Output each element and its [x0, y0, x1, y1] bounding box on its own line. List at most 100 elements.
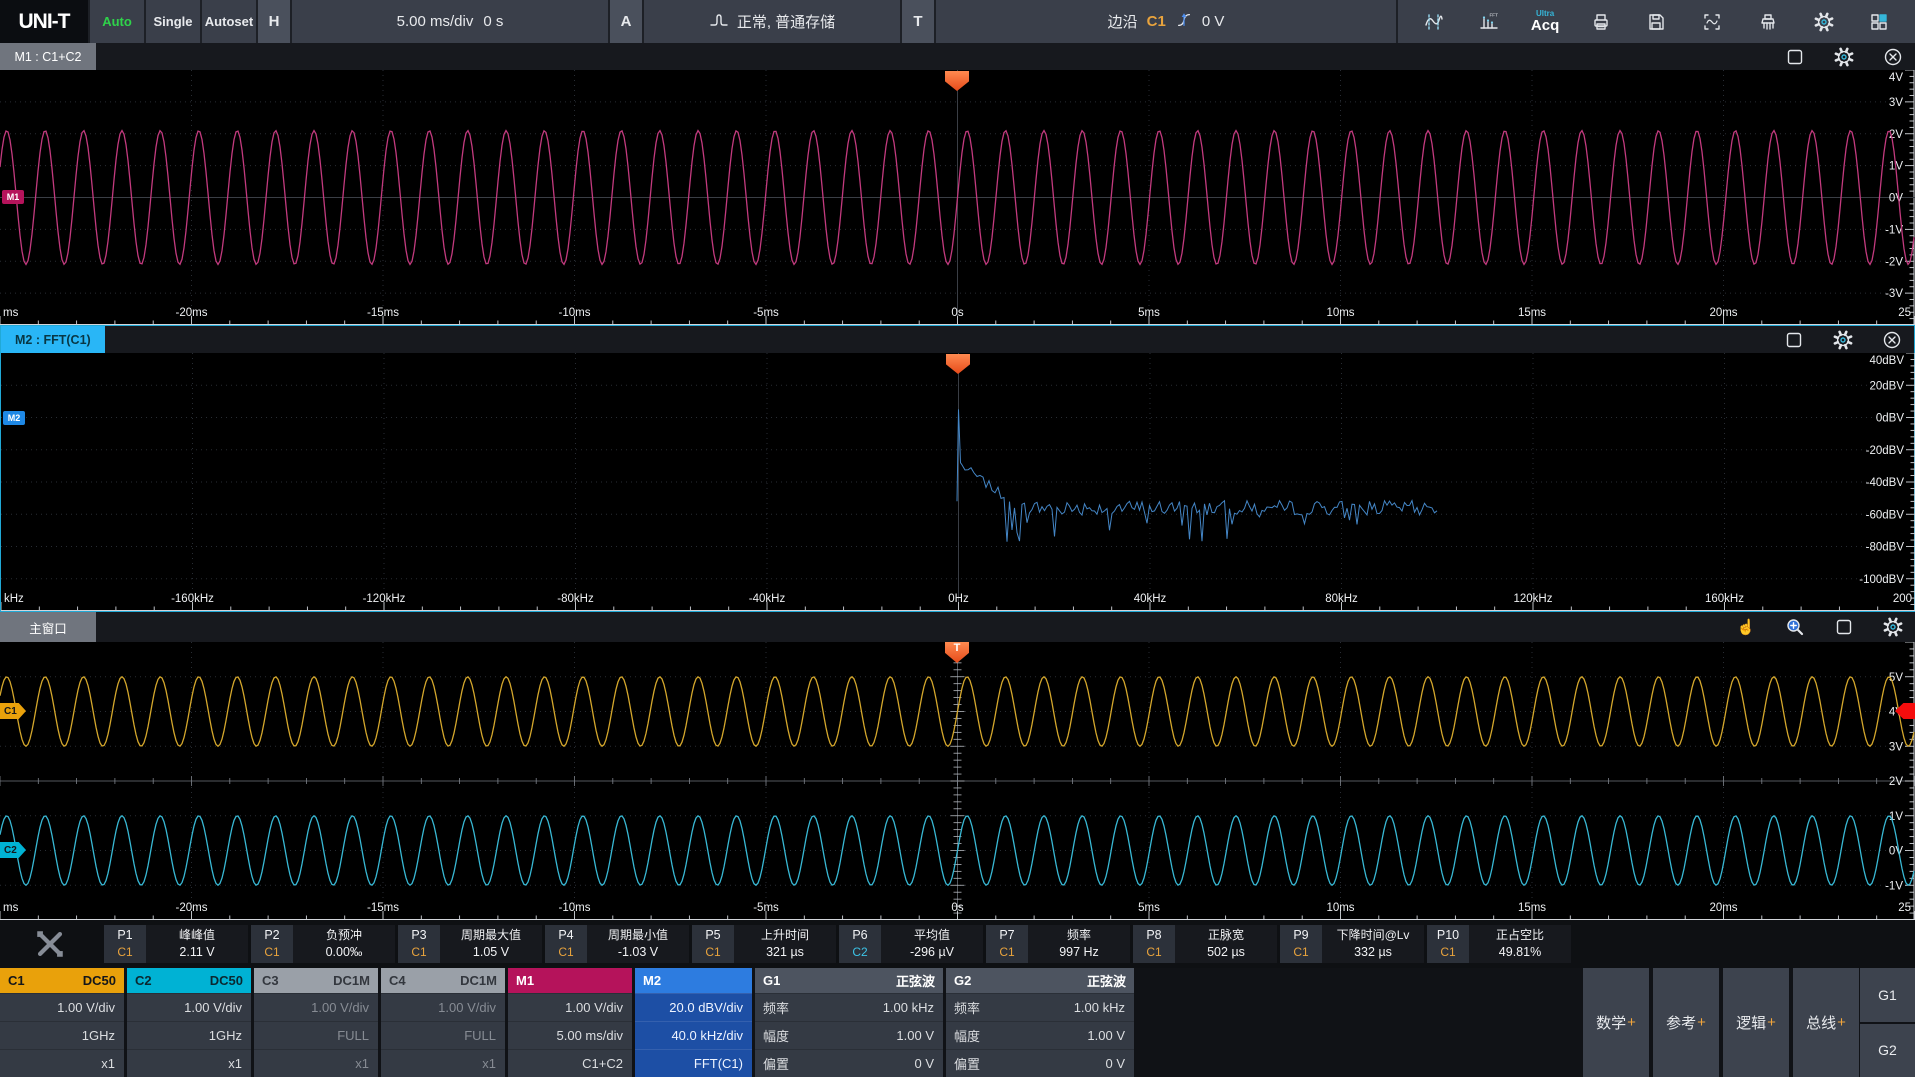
measurement-value: 频率997 Hz — [1028, 925, 1130, 963]
measurement-id: P8C1 — [1133, 925, 1175, 963]
measurement-P6[interactable]: P6C2平均值-296 µV — [839, 925, 983, 963]
channel-card-row: 1.00 V/div — [381, 993, 505, 1021]
channel-card-row: 1.00 V/div — [127, 993, 251, 1021]
measure-icon[interactable] — [1414, 5, 1454, 39]
svg-text:3V: 3V — [1889, 97, 1903, 109]
acquire-key[interactable]: A — [610, 0, 642, 43]
generator-button-g2[interactable]: G2 — [1860, 1024, 1915, 1077]
tab-m2[interactable]: M2 : FFT(C1) — [1, 326, 105, 353]
channel-card-row: 1.00 V/div — [508, 993, 632, 1021]
channel-card-C4[interactable]: C4DC1M1.00 V/divFULLx1 — [381, 968, 505, 1077]
measurement-P3[interactable]: P3C1周期最大值1.05 V — [398, 925, 542, 963]
measurement-cells: P1C1峰峰值2.11 VP2C1负预冲0.00‰P3C1周期最大值1.05 V… — [104, 925, 1571, 963]
settings-icon[interactable] — [1834, 47, 1854, 67]
zoom-in-icon[interactable] — [1785, 617, 1805, 637]
svg-text:-60dBV: -60dBV — [1866, 509, 1905, 521]
trigger-type-text: 边沿 — [1108, 11, 1138, 32]
save-icon[interactable] — [1636, 5, 1676, 39]
snapshot-icon[interactable] — [1692, 5, 1732, 39]
hand-icon[interactable]: ☝ — [1736, 617, 1756, 637]
timebase-display[interactable]: 5.00 ms/div 0 s — [292, 0, 608, 43]
tab-m1[interactable]: M1 : C1+C2 — [0, 43, 96, 70]
svg-text:2V: 2V — [1889, 776, 1903, 788]
channel-card-C2[interactable]: C2DC501.00 V/div1GHzx1 — [127, 968, 251, 1077]
window-icons-m1 — [1785, 47, 1903, 67]
print-icon[interactable] — [1581, 5, 1621, 39]
svg-text:0s: 0s — [951, 902, 963, 914]
run-mode-button[interactable]: Auto — [90, 0, 144, 43]
generator-button-g1[interactable]: G1 — [1860, 968, 1915, 1022]
svg-text:-10ms: -10ms — [559, 902, 591, 914]
channel-card-row: x1 — [381, 1049, 505, 1077]
measurement-P8[interactable]: P8C1正脉宽502 µs — [1133, 925, 1277, 963]
measurement-value: 下降时间@Lv332 µs — [1322, 925, 1424, 963]
ultra-acq-icon[interactable]: UltraAcq — [1525, 5, 1565, 39]
channel-card-row: 5.00 ms/div — [508, 1021, 632, 1049]
measurement-P10[interactable]: P10C1正占空比49.81% — [1427, 925, 1571, 963]
measure-tools-icon[interactable] — [22, 927, 78, 961]
svg-text:5V: 5V — [1889, 672, 1903, 684]
tab-main-window[interactable]: 主窗口 — [0, 612, 96, 642]
channel-card-M1[interactable]: M11.00 V/div5.00 ms/divC1+C2 — [508, 968, 632, 1077]
apps-icon[interactable] — [1859, 5, 1899, 39]
m1-trace-badge[interactable]: M1 — [2, 190, 24, 204]
measurement-id: P9C1 — [1280, 925, 1322, 963]
window-titlebar-m2: M2 : FFT(C1) — [1, 326, 1914, 353]
fft-icon[interactable]: FFT — [1469, 5, 1509, 39]
svg-text:-1V: -1V — [1885, 224, 1903, 236]
plot-m1[interactable]: ms-20ms-15ms-10ms-5ms0s5ms10ms15ms20ms25… — [0, 70, 1915, 325]
trigger-key[interactable]: T — [902, 0, 934, 43]
svg-text:-2V: -2V — [1885, 256, 1903, 268]
channel-card-C3[interactable]: C3DC1M1.00 V/divFULLx1 — [254, 968, 378, 1077]
close-icon[interactable] — [1883, 47, 1903, 67]
svg-text:-20ms: -20ms — [176, 902, 208, 914]
channel-card-row: FULL — [381, 1021, 505, 1049]
settings-icon[interactable] — [1804, 5, 1844, 39]
channel-card-C1[interactable]: C1DC501.00 V/div1GHzx1 — [0, 968, 124, 1077]
add-总线-button[interactable]: 总线+ — [1793, 968, 1859, 1077]
svg-text:ms: ms — [3, 307, 19, 319]
svg-text:1V: 1V — [1889, 811, 1903, 823]
svg-text:-3V: -3V — [1885, 288, 1903, 300]
measurement-P2[interactable]: P2C1负预冲0.00‰ — [251, 925, 395, 963]
measurement-P5[interactable]: P5C1上升时间321 µs — [692, 925, 836, 963]
measurement-P1[interactable]: P1C1峰峰值2.11 V — [104, 925, 248, 963]
svg-text:5ms: 5ms — [1138, 902, 1160, 914]
measurement-value: 峰峰值2.11 V — [146, 925, 248, 963]
measurement-P9[interactable]: P9C1下降时间@Lv332 µs — [1280, 925, 1424, 963]
autoset-button[interactable]: Autoset — [202, 0, 256, 43]
settings-icon[interactable] — [1883, 617, 1903, 637]
maximize-icon[interactable] — [1834, 617, 1854, 637]
measurement-P4[interactable]: P4C1周期最小值-1.03 V — [545, 925, 689, 963]
measurement-id: P7C1 — [986, 925, 1028, 963]
close-icon[interactable] — [1882, 330, 1902, 350]
window-titlebar-m1: M1 : C1+C2 — [0, 43, 1915, 70]
svg-text:-5ms: -5ms — [753, 307, 779, 319]
clear-icon[interactable] — [1748, 5, 1788, 39]
settings-icon[interactable] — [1833, 330, 1853, 350]
channel-card-M2[interactable]: M220.0 dBV/div40.0 kHz/divFFT(C1) — [635, 968, 752, 1077]
measurement-P7[interactable]: P7C1频率997 Hz — [986, 925, 1130, 963]
measurement-value: 负预冲0.00‰ — [293, 925, 395, 963]
add-逻辑-button[interactable]: 逻辑+ — [1723, 968, 1789, 1077]
generator-card-G1[interactable]: G1正弦波频率1.00 kHz幅度1.00 V偏置0 V — [755, 968, 943, 1077]
svg-text:0V: 0V — [1889, 846, 1903, 858]
channel-card-header: C1DC50 — [0, 968, 124, 993]
plot-main[interactable]: ms-20ms-15ms-10ms-5ms0s5ms10ms15ms20ms25… — [0, 642, 1915, 920]
add-source-buttons: 数学+参考+逻辑+总线+ — [1583, 968, 1859, 1077]
m2-trace-badge[interactable]: M2 — [3, 411, 25, 425]
plot-m2[interactable]: kHz-160kHz-120kHz-80kHz-40kHz0Hz40kHz80k… — [1, 353, 1914, 611]
svg-text:-15ms: -15ms — [367, 307, 399, 319]
channel-card-row: 20.0 dBV/div — [635, 993, 752, 1021]
single-button[interactable]: Single — [146, 0, 200, 43]
waveform-fft — [957, 409, 1437, 541]
horizontal-key[interactable]: H — [258, 0, 290, 43]
trigger-status-display[interactable]: 边沿 C1 0 V — [936, 0, 1396, 43]
maximize-icon[interactable] — [1785, 47, 1805, 67]
measurement-id: P3C1 — [398, 925, 440, 963]
add-参考-button[interactable]: 参考+ — [1653, 968, 1719, 1077]
acquire-status-display[interactable]: 正常, 普通存储 — [644, 0, 900, 43]
add-数学-button[interactable]: 数学+ — [1583, 968, 1649, 1077]
generator-card-G2[interactable]: G2正弦波频率1.00 kHz幅度1.00 V偏置0 V — [946, 968, 1134, 1077]
maximize-icon[interactable] — [1784, 330, 1804, 350]
